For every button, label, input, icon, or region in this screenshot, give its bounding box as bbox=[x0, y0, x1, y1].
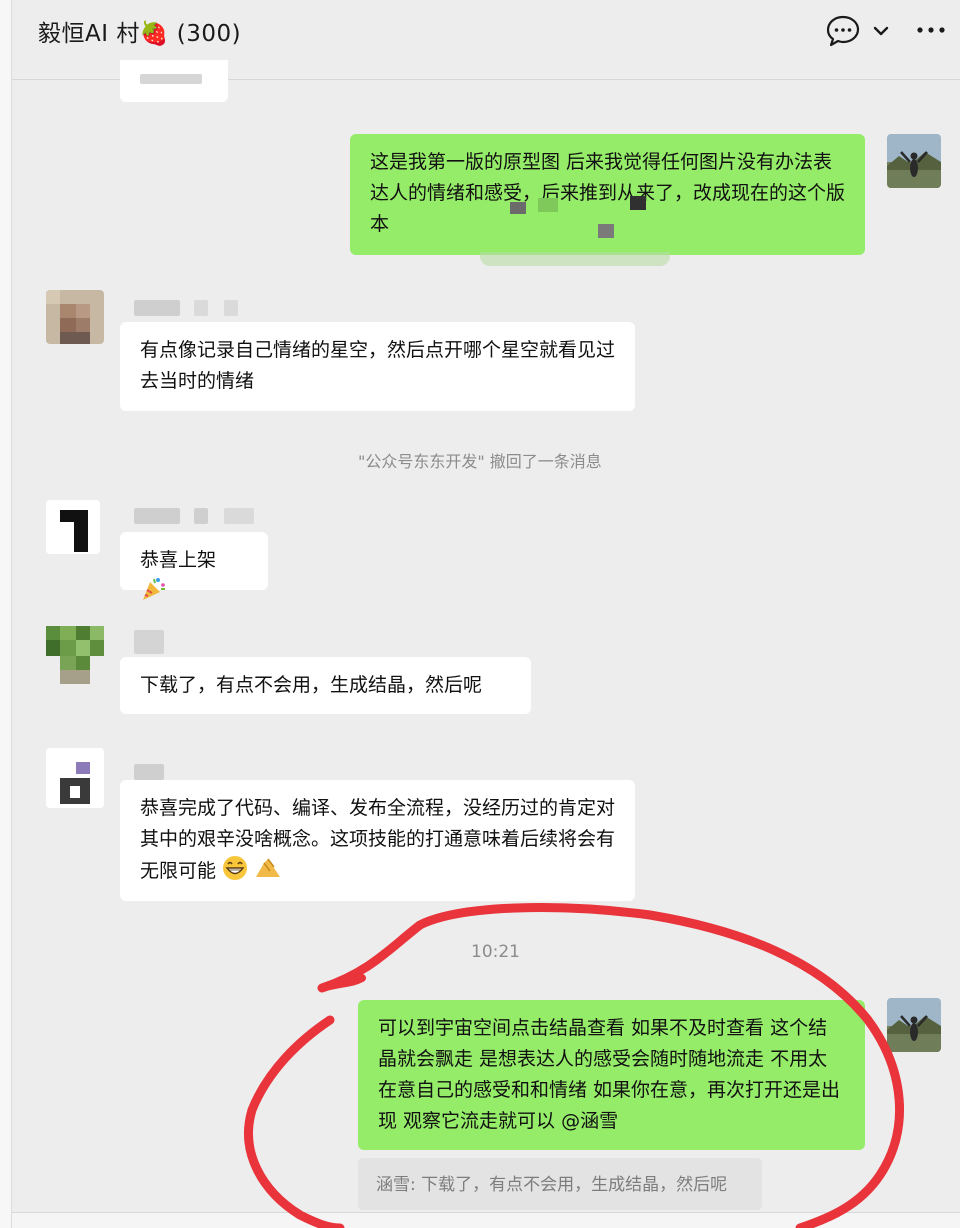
blurred-text bbox=[140, 74, 202, 84]
sender-name-blurred bbox=[134, 630, 164, 654]
timestamp: 10:21 bbox=[471, 942, 520, 962]
sender-name-blurred bbox=[134, 764, 164, 780]
sender-name-blurred bbox=[224, 300, 238, 316]
party-popper-icon bbox=[143, 578, 165, 600]
sender-name-blurred bbox=[134, 508, 180, 524]
message-text: 恭喜完成了代码、编译、发布全流程，没经历过的肯定对其中的艰辛没啥概念。这项技能的… bbox=[140, 797, 616, 882]
user-avatar[interactable] bbox=[46, 622, 104, 684]
quoted-reply[interactable]: 涵雪: 下载了，有点不会用，生成结晶，然后呢 bbox=[358, 1158, 762, 1210]
user-avatar[interactable] bbox=[46, 748, 104, 808]
more-dots-icon[interactable] bbox=[916, 24, 946, 36]
system-recall-notice: "公众号东东开发" 撤回了一条消息 bbox=[358, 452, 602, 471]
chevron-down-icon[interactable] bbox=[872, 22, 890, 40]
message-text: 下载了，有点不会用，生成结晶，然后呢 bbox=[140, 674, 483, 696]
grinning-face-icon bbox=[223, 856, 248, 880]
sender-name-blurred bbox=[194, 300, 208, 316]
window-left-edge bbox=[0, 0, 12, 1228]
input-area-edge bbox=[12, 1212, 960, 1228]
user-avatar[interactable] bbox=[46, 500, 100, 554]
user-avatar-own[interactable] bbox=[887, 998, 941, 1052]
message-bubble-other[interactable]: 下载了，有点不会用，生成结晶，然后呢 bbox=[120, 657, 531, 714]
user-avatar[interactable] bbox=[46, 290, 104, 344]
chat-title: 毅恒AI 村🍓 (300) bbox=[38, 21, 242, 47]
message-text: 恭喜上架 bbox=[140, 549, 217, 571]
user-avatar-own[interactable] bbox=[887, 134, 941, 188]
handshake-icon bbox=[256, 858, 281, 877]
message-text: 有点像记录自己情绪的星空，然后点开哪个星空就看见过去当时的情绪 bbox=[140, 339, 616, 392]
message-bubble-own[interactable]: 可以到宇宙空间点击结晶查看 如果不及时查看 这个结晶就会飘走 是想表达人的感受会… bbox=[358, 1000, 865, 1150]
message-bubble-other[interactable]: 恭喜上架 bbox=[120, 532, 268, 600]
message-bubble-partial bbox=[120, 60, 228, 102]
blurred-overlay bbox=[480, 196, 670, 266]
chat-bubble-icon[interactable] bbox=[826, 14, 860, 48]
message-bubble-other[interactable]: 有点像记录自己情绪的星空，然后点开哪个星空就看见过去当时的情绪 bbox=[120, 322, 635, 411]
sender-name-blurred bbox=[134, 300, 180, 316]
message-text: 可以到宇宙空间点击结晶查看 如果不及时查看 这个结晶就会飘走 是想表达人的感受会… bbox=[378, 1017, 841, 1132]
sender-name-blurred bbox=[194, 508, 208, 524]
sender-name-blurred bbox=[224, 508, 254, 524]
message-bubble-other[interactable]: 恭喜完成了代码、编译、发布全流程，没经历过的肯定对其中的艰辛没啥概念。这项技能的… bbox=[120, 780, 635, 901]
